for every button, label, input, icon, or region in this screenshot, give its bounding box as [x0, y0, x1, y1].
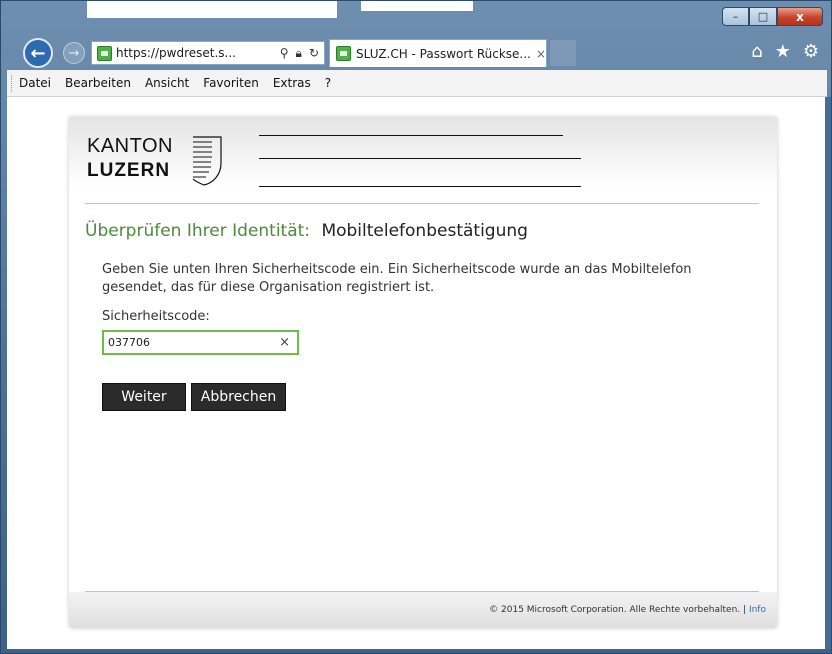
security-code-input[interactable]: 037706 ×: [102, 330, 299, 355]
logo-rule: [259, 186, 581, 187]
new-tab-button[interactable]: [549, 39, 577, 67]
page-title-main: Mobiltelefonbestätigung: [321, 221, 528, 241]
instruction-text: Geben Sie unten Ihren Sicherheitscode ei…: [102, 262, 692, 295]
menu-grip: [11, 75, 14, 92]
close-window-button[interactable]: x: [777, 7, 823, 26]
settings-gear-icon[interactable]: ⚙: [803, 41, 819, 62]
menu-item-bearbeiten[interactable]: Bearbeiten: [65, 76, 131, 90]
home-icon[interactable]: ⌂: [751, 41, 762, 62]
crest-icon: [192, 136, 222, 186]
menu-bar: Datei Bearbeiten Ansicht Favoriten Extra…: [7, 70, 827, 97]
back-button[interactable]: ←: [23, 38, 53, 68]
window-right-border: [825, 97, 831, 649]
refresh-icon[interactable]: ↻: [309, 46, 319, 61]
tab-favicon-icon: [336, 46, 351, 61]
menu-item-extras[interactable]: Extras: [273, 76, 311, 90]
page-title-prefix: Überprüfen Ihrer Identität:: [85, 221, 311, 241]
logo-rule: [259, 135, 563, 136]
clear-input-icon[interactable]: ×: [279, 335, 297, 350]
security-code-label: Sicherheitscode:: [102, 309, 210, 324]
favorites-star-icon[interactable]: ★: [775, 41, 791, 62]
browser-window: – □ x ← → https://pwdreset.s... ⚲ 🔒︎ ↻ S…: [0, 0, 832, 654]
cancel-button[interactable]: Abbrechen: [191, 383, 286, 411]
logo-line-kanton: KANTON: [87, 135, 173, 157]
page-title: Überprüfen Ihrer Identität: Mobiltelefon…: [85, 221, 528, 241]
browser-toolbar-icons: ⌂ ★ ⚙: [751, 41, 819, 62]
search-icon[interactable]: ⚲: [280, 46, 289, 61]
next-button[interactable]: Weiter: [102, 383, 186, 411]
logo-rule: [259, 158, 581, 159]
forward-button[interactable]: →: [63, 42, 85, 64]
tab-title: SLUZ.CH - Passwort Rückse...: [356, 46, 531, 61]
tab-active[interactable]: SLUZ.CH - Passwort Rückse... ×: [329, 39, 547, 67]
title-bar-blank-area-2: [361, 1, 473, 11]
address-url[interactable]: https://pwdreset.s...: [116, 46, 236, 60]
lock-icon[interactable]: 🔒︎: [296, 46, 302, 61]
title-bar-blank-area: [87, 1, 337, 18]
menu-item-ansicht[interactable]: Ansicht: [145, 76, 189, 90]
footer: © 2015 Microsoft Corporation. Alle Recht…: [489, 605, 766, 615]
forward-arrow-icon: →: [68, 45, 80, 61]
copyright-text: © 2015 Microsoft Corporation. Alle Recht…: [489, 605, 741, 615]
menu-item-help[interactable]: ?: [325, 76, 331, 90]
page-viewport: KANTON LUZERN Überprüfen Ihrer Identität…: [7, 97, 827, 649]
minimize-button[interactable]: –: [722, 7, 749, 26]
menu-item-favoriten[interactable]: Favoriten: [203, 76, 259, 90]
menu-item-datei[interactable]: Datei: [19, 76, 51, 90]
footer-separator-pipe: |: [743, 605, 747, 615]
header-separator: [85, 203, 759, 204]
logo-line-luzern: LUZERN: [87, 160, 171, 181]
back-arrow-icon: ←: [30, 42, 46, 64]
security-code-value[interactable]: 037706: [108, 336, 150, 349]
maximize-button[interactable]: □: [749, 7, 777, 26]
address-bar-actions: ⚲ 🔒︎ ↻: [280, 46, 324, 61]
tab-close-icon[interactable]: ×: [536, 47, 546, 61]
address-bar[interactable]: https://pwdreset.s... ⚲ 🔒︎ ↻: [91, 41, 325, 65]
window-controls: – □ x: [722, 7, 823, 26]
info-link[interactable]: Info: [749, 605, 766, 615]
kanton-luzern-logo: KANTON LUZERN: [87, 135, 581, 187]
site-favicon-icon: [97, 45, 112, 61]
content-card: KANTON LUZERN Überprüfen Ihrer Identität…: [69, 117, 777, 628]
